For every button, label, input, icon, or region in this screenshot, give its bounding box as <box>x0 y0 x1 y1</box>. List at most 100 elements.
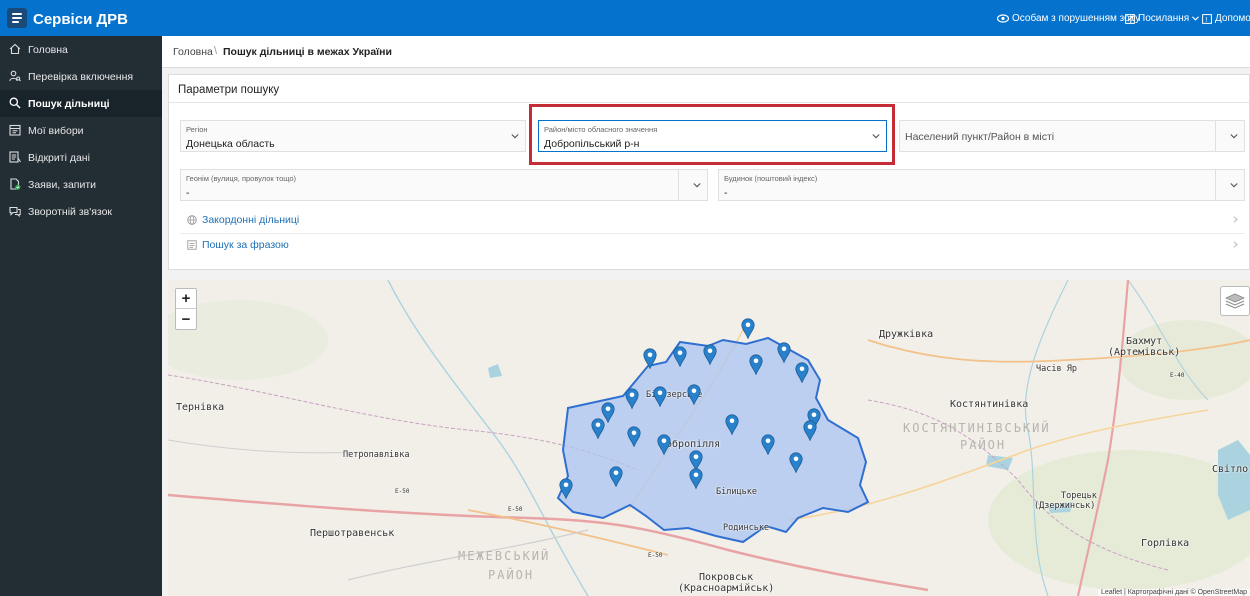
settlement-select[interactable]: Населений пункт/Район в місті <box>899 120 1245 152</box>
chevron-down-icon <box>1192 16 1200 21</box>
annotation-highlight <box>529 104 895 165</box>
chat-icon <box>9 206 21 217</box>
polling-station-marker[interactable] <box>789 452 803 474</box>
polling-station-marker[interactable] <box>761 434 775 456</box>
map-label: (Артемівськ) <box>1108 347 1181 358</box>
breadcrumb: Головна \ Пошук дільниці в межах України <box>162 36 1250 68</box>
building-select-value: - <box>724 187 728 199</box>
sidebar-item-check-inclusion[interactable]: Перевірка включення <box>0 63 162 90</box>
globe-icon <box>187 215 197 225</box>
help-link[interactable]: ! Допомога <box>1202 13 1250 24</box>
map-label: Першотравенськ <box>310 528 395 539</box>
polling-station-marker[interactable] <box>689 468 703 490</box>
breadcrumb-home-link[interactable]: Головна <box>173 46 213 58</box>
map-pin-icon <box>559 478 573 500</box>
links-menu[interactable]: Посилання <box>1125 13 1200 24</box>
polling-station-marker[interactable] <box>749 354 763 376</box>
accessibility-link-label: Особам з порушенням зору <box>1012 13 1141 24</box>
document-icon <box>10 178 21 190</box>
help-link-label: Допомога <box>1215 13 1250 24</box>
map-pin-icon <box>687 384 701 406</box>
polling-station-marker[interactable] <box>741 318 755 340</box>
region-select-label: Регіон <box>186 125 208 134</box>
phrase-search-link[interactable]: Пошук за фразою <box>185 236 1245 256</box>
map-label: Горлівка <box>1141 538 1190 549</box>
eye-icon <box>997 14 1009 23</box>
polling-station-marker[interactable] <box>653 386 667 408</box>
zoom-control: + − <box>175 288 197 330</box>
map-label: Дружківка <box>879 329 934 340</box>
links-menu-label: Посилання <box>1138 13 1190 24</box>
polling-stations-map[interactable]: Дружківка Бахмут (Артемівськ) Часів Яр Т… <box>168 280 1250 596</box>
foreign-stations-link-label: Закордонні дільниці <box>202 214 300 226</box>
chevron-right-icon <box>1233 216 1238 223</box>
polling-station-marker[interactable] <box>591 418 605 440</box>
polling-station-marker[interactable] <box>657 434 671 456</box>
divider <box>169 102 1249 103</box>
map-attribution[interactable]: Leaflet | Картографічні дані © OpenStree… <box>1098 589 1250 596</box>
region-select-value: Донецька область <box>186 138 275 150</box>
map-label: Родинське <box>723 523 770 533</box>
building-select-label: Будинок (поштовий індекс) <box>724 174 818 183</box>
building-select[interactable]: Будинок (поштовий індекс) - <box>718 169 1245 201</box>
search-icon <box>9 97 21 109</box>
sidebar-item-label: Заяви, запити <box>28 179 97 191</box>
sidebar-item-my-elections[interactable]: Мої вибори <box>0 117 162 144</box>
map-label: Часів Яр <box>1036 364 1077 374</box>
polling-station-marker[interactable] <box>803 420 817 442</box>
polling-station-marker[interactable] <box>687 384 701 406</box>
map-pin-icon <box>789 452 803 474</box>
polling-station-marker[interactable] <box>703 344 717 366</box>
foreign-stations-link[interactable]: Закордонні дільниці <box>185 211 1245 231</box>
divider <box>180 233 1245 234</box>
sidebar-item-applications[interactable]: Заяви, запити <box>0 171 162 198</box>
map-label: Торецьк <box>1061 491 1097 501</box>
app-title[interactable]: Сервіси ДРВ <box>33 11 128 28</box>
zoom-out-button[interactable]: − <box>176 310 196 330</box>
map-pin-icon <box>749 354 763 376</box>
panel-title: Параметри пошуку <box>178 84 280 96</box>
map-pin-icon <box>689 468 703 490</box>
polling-station-marker[interactable] <box>625 388 639 410</box>
map-pin-icon <box>777 342 791 364</box>
sidebar-item-label: Відкриті дані <box>28 152 90 164</box>
map-pin-icon <box>627 426 641 448</box>
accessibility-link[interactable]: Особам з порушенням зору <box>997 13 1140 24</box>
map-pin-icon <box>803 420 817 442</box>
map-label: Білицьке <box>716 487 757 497</box>
polling-station-marker[interactable] <box>777 342 791 364</box>
polling-station-marker[interactable] <box>725 414 739 436</box>
svg-text:!: ! <box>1205 15 1207 24</box>
layers-icon <box>1225 293 1245 309</box>
polling-station-marker[interactable] <box>609 466 623 488</box>
region-select[interactable]: Регіон Донецька область <box>180 120 526 152</box>
map-region-label: МЕЖЕВСЬКИЙ <box>458 549 551 563</box>
polling-station-marker[interactable] <box>795 362 809 384</box>
map-pin-icon <box>761 434 775 456</box>
polling-station-marker[interactable] <box>627 426 641 448</box>
street-select[interactable]: Геонім (вулиця, провулок тощо) - <box>180 169 708 201</box>
zoom-in-button[interactable]: + <box>176 289 196 309</box>
sidebar-nav: Головна Перевірка включення Пошук дільни… <box>0 36 162 596</box>
hamburger-menu-icon[interactable] <box>7 8 27 28</box>
map-pin-icon <box>609 466 623 488</box>
layers-button[interactable] <box>1220 286 1250 316</box>
user-search-icon <box>9 70 21 82</box>
sidebar-item-home[interactable]: Головна <box>0 36 162 63</box>
sidebar-item-open-data[interactable]: Відкриті дані <box>0 144 162 171</box>
polling-station-marker[interactable] <box>643 348 657 370</box>
sidebar-item-find-station[interactable]: Пошук дільниці <box>0 90 162 117</box>
road-label: E-50 <box>508 506 523 513</box>
map-pin-icon <box>653 386 667 408</box>
sidebar-item-label: Перевірка включення <box>28 71 134 83</box>
map-pin-icon <box>741 318 755 340</box>
polling-station-marker[interactable] <box>673 346 687 368</box>
sidebar-item-feedback[interactable]: Зворотній зв'язок <box>0 198 162 225</box>
map-pin-icon <box>673 346 687 368</box>
map-label: (Дзержинськ) <box>1034 501 1096 511</box>
sidebar-item-label: Мої вибори <box>28 125 84 137</box>
map-label: (Красноармійськ) <box>678 583 775 594</box>
map-pin-icon <box>625 388 639 410</box>
street-select-value: - <box>186 187 190 199</box>
polling-station-marker[interactable] <box>559 478 573 500</box>
